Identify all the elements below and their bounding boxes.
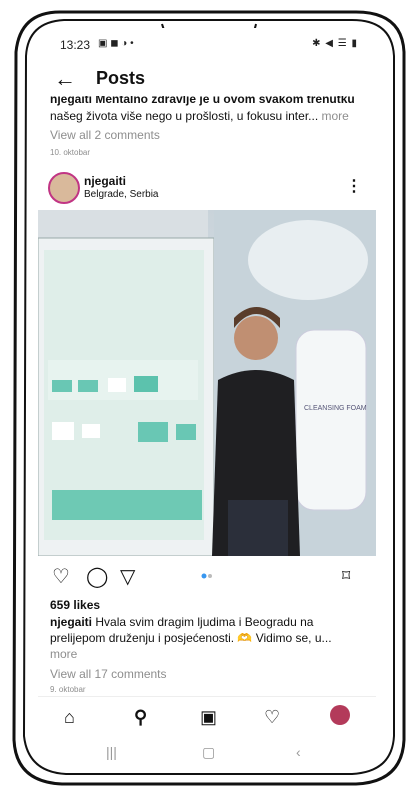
- heart-icon[interactable]: ♡: [52, 564, 70, 589]
- view-comments[interactable]: View all 17 comments: [50, 666, 368, 682]
- caption-username[interactable]: njegaiti: [50, 615, 92, 629]
- search-icon[interactable]: ⚲: [134, 707, 147, 728]
- post-username[interactable]: njegaiti: [84, 174, 126, 188]
- post-header: njegaiti Belgrade, Serbia ⋮: [46, 170, 368, 204]
- status-time: 13:23: [60, 38, 91, 52]
- avatar[interactable]: [48, 172, 80, 204]
- bookmark-icon[interactable]: ⌑: [342, 566, 350, 586]
- post-location[interactable]: Belgrade, Serbia: [84, 189, 159, 200]
- activity-heart-icon[interactable]: ♡: [264, 707, 280, 728]
- product-label: CLEANSING FOAM: [304, 405, 367, 412]
- arrow-left-icon[interactable]: ←: [54, 66, 76, 92]
- profile-avatar-icon[interactable]: [330, 705, 350, 725]
- more-link[interactable]: more: [50, 647, 77, 661]
- previous-post-caption: njegaiti Mentalno zdravlje je u ovom sva…: [50, 96, 370, 161]
- post-actions: ♡ ◯ ▽ ⌑: [38, 564, 376, 590]
- back-button-icon[interactable]: ‹: [296, 744, 301, 760]
- recent-apps-icon[interactable]: |||: [106, 744, 117, 760]
- carousel-indicator: [201, 573, 212, 579]
- previous-view-comments[interactable]: View all 2 comments: [50, 127, 370, 144]
- likes-count[interactable]: 659 likes: [50, 598, 100, 612]
- post-caption: njegaiti Hvala svim dragim ljudima i Beo…: [50, 614, 368, 698]
- photo-illustration: CLEANSING FOAM: [38, 210, 376, 556]
- previous-date: 10. oktobar: [50, 148, 91, 157]
- page-title: Posts: [96, 68, 146, 88]
- more-options-icon[interactable]: ⋮: [346, 176, 362, 196]
- previous-caption-line: našeg života više nego u prošlosti, u fo…: [50, 109, 319, 123]
- app-screen: 13:23 ▣ ◼ ◑ • ✱ ◀ ☰ ▮ ← Posts njegaiti M…: [38, 28, 376, 770]
- system-nav: ||| ▢ ‹: [38, 738, 376, 770]
- status-bar: 13:23 ▣ ◼ ◑ • ✱ ◀ ☰ ▮: [38, 28, 376, 60]
- reels-icon[interactable]: ▣: [200, 707, 217, 728]
- home-button-icon[interactable]: ▢: [202, 744, 215, 761]
- previous-more-link[interactable]: more: [322, 109, 349, 123]
- status-icons-right: ✱ ◀ ☰ ▮: [312, 38, 358, 49]
- home-icon[interactable]: ⌂: [64, 707, 75, 728]
- top-bar: ← Posts: [38, 62, 376, 98]
- post-photo[interactable]: CLEANSING FOAM: [38, 210, 376, 556]
- share-icon[interactable]: ▽: [120, 564, 135, 589]
- comment-icon[interactable]: ◯: [86, 564, 108, 589]
- status-icons-left: ▣ ◼ ◑ •: [98, 38, 134, 49]
- bottom-nav: ⌂ ⚲ ▣ ♡: [38, 696, 376, 739]
- caption-text: Hvala svim dragim ljudima i Beogradu na …: [50, 615, 332, 645]
- previous-caption-cut-line: njegaiti Mentalno zdravlje je u ovom sva…: [50, 96, 355, 106]
